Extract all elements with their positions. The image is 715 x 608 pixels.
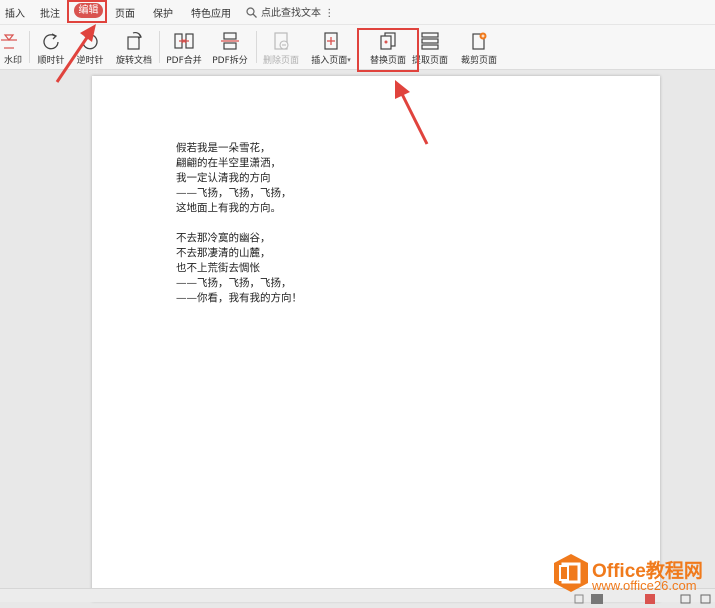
pdf-split-button[interactable]: PDF拆分 — [208, 25, 252, 69]
rotate-document-button[interactable]: 旋转文档 — [112, 25, 156, 69]
crop-page-icon — [472, 32, 487, 50]
poem-line: 假若我是一朵雪花， — [176, 142, 271, 154]
rotate-counterclockwise-icon — [82, 33, 98, 50]
insert-page-label: 插入页面▾ — [311, 56, 351, 66]
highlight-box-replace-page — [357, 28, 419, 72]
office-logo-icon — [554, 554, 588, 592]
single-page-view-icon[interactable] — [574, 594, 584, 604]
poem-line: ——飞扬，飞扬，飞扬， — [176, 187, 292, 199]
pdf-split-label: PDF拆分 — [212, 56, 248, 66]
poem-text: 假若我是一朵雪花， 翩翩的在半空里潇洒， 我一定认清我的方向 ——飞扬，飞扬，飞… — [176, 141, 302, 306]
pdf-merge-icon — [174, 33, 194, 49]
toolbar-divider — [256, 31, 257, 63]
menu-insert[interactable]: 插入 — [5, 5, 25, 20]
insert-page-icon — [324, 32, 338, 50]
watermark-url: www.office26.com — [592, 578, 697, 593]
office26-watermark: Office教程网 www.office26.com — [548, 550, 715, 596]
toolbar-divider — [29, 31, 30, 63]
poem-line: 不去那凄清的山麓， — [176, 247, 271, 259]
watermark-button[interactable]: 水印 — [0, 25, 24, 69]
rotate-clockwise-button[interactable]: 顺时针 — [32, 25, 70, 69]
rotate-counterclockwise-label: 逆时针 — [76, 56, 104, 66]
menu-page[interactable]: 页面 — [115, 5, 135, 20]
pdf-merge-label: PDF合并 — [166, 56, 202, 66]
menu-bar: 插入 批注 编辑 页面 保护 特色应用 点此查找文本 ⋮ — [0, 0, 715, 25]
more-icon[interactable]: ⋮ — [324, 8, 334, 19]
fullscreen-icon[interactable] — [700, 594, 711, 604]
menu-special-apps[interactable]: 特色应用 — [191, 5, 231, 20]
extract-page-icon — [421, 32, 439, 50]
rotate-clockwise-icon — [43, 33, 59, 50]
poem-line: 翩翩的在半空里潇洒， — [176, 157, 281, 169]
menu-protect[interactable]: 保护 — [153, 5, 173, 20]
insert-page-button[interactable]: 插入页面▾ — [308, 25, 354, 69]
fit-page-icon[interactable] — [680, 594, 691, 604]
pdf-split-icon — [221, 32, 239, 50]
rotate-document-icon — [127, 31, 142, 50]
delete-page-button[interactable]: 删除页面 — [259, 25, 303, 69]
crop-page-button[interactable]: 裁剪页面 — [457, 25, 501, 69]
stanza-gap — [176, 216, 302, 231]
search-label: 点此查找文本 — [261, 8, 321, 19]
poem-line: 我一定认清我的方向 — [176, 172, 271, 184]
delete-page-label: 删除页面 — [262, 56, 299, 66]
toolbar-divider — [159, 31, 160, 63]
poem-line: ——你看，我有我的方向！ — [176, 292, 302, 304]
poem-line: 这地面上有我的方向。 — [176, 202, 281, 214]
rotate-document-label: 旋转文档 — [115, 56, 152, 66]
highlight-box-edit-tab — [67, 0, 107, 23]
search-box[interactable]: 点此查找文本 ⋮ — [246, 4, 334, 19]
delete-page-icon — [274, 32, 289, 50]
poem-line: ——飞扬，飞扬，飞扬， — [176, 277, 292, 289]
watermark-label: 水印 — [3, 56, 22, 66]
poem-line: 也不上荒街去惆怅 — [176, 262, 260, 274]
pdf-merge-button[interactable]: PDF合并 — [163, 25, 205, 69]
crop-page-label: 裁剪页面 — [460, 56, 497, 66]
rotate-clockwise-label: 顺时针 — [37, 56, 65, 66]
menu-comment[interactable]: 批注 — [40, 5, 60, 20]
watermark-icon — [1, 34, 17, 49]
rotate-counterclockwise-button[interactable]: 逆时针 — [71, 25, 109, 69]
search-icon — [246, 7, 257, 18]
poem-line: 不去那冷寞的幽谷， — [176, 232, 271, 244]
chevron-down-icon: ▾ — [347, 56, 351, 64]
